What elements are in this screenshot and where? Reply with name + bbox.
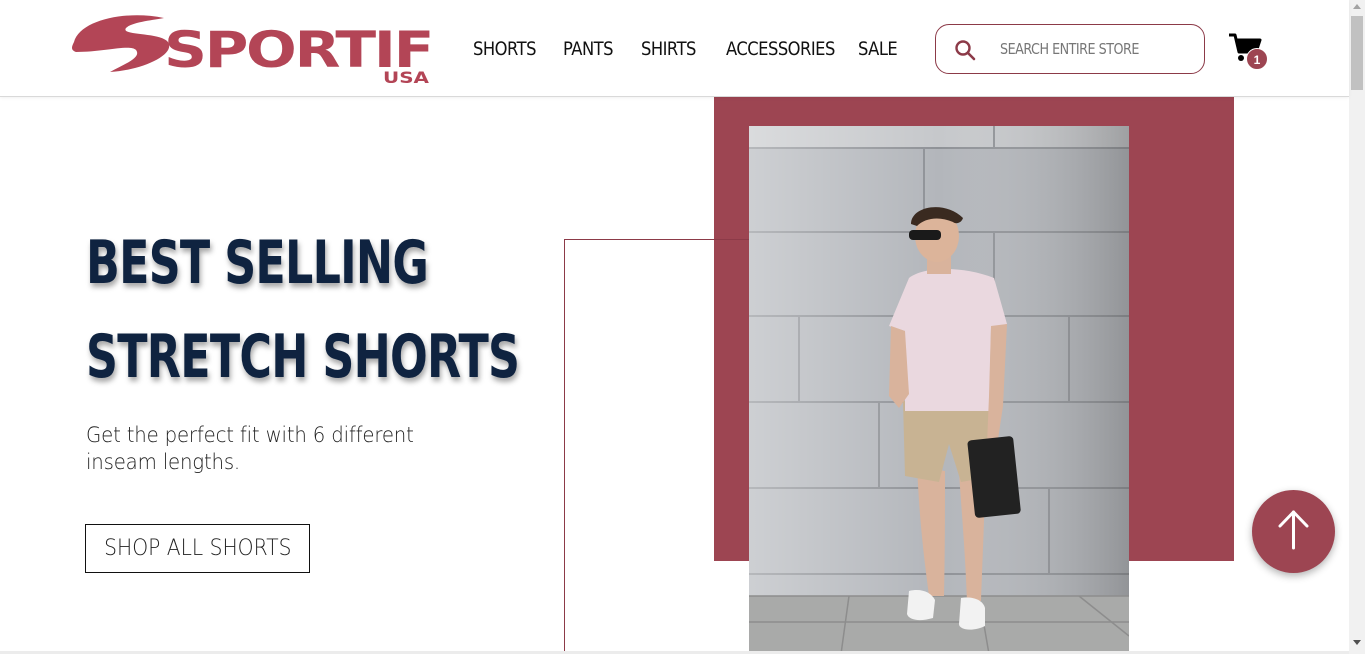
cart-button[interactable]: 1 — [1228, 32, 1270, 72]
search-input[interactable] — [1000, 35, 1162, 63]
sportif-logo: SPORTIF USA — [72, 15, 434, 86]
nav-item-accessories[interactable]: ACCESSORIES — [726, 38, 835, 60]
search-box — [935, 24, 1205, 74]
arrow-up-icon — [1278, 510, 1309, 550]
shop-all-shorts-label: SHOP ALL SHORTS — [103, 536, 292, 561]
nav-item-shirts[interactable]: SHIRTS — [641, 38, 696, 60]
hero-title: BEST SELLING STRETCH SHORTS — [86, 216, 520, 404]
shop-all-shorts-button[interactable]: SHOP ALL SHORTS — [85, 524, 310, 573]
scroll-up-arrow-icon[interactable] — [1353, 4, 1361, 9]
scrollbar-thumb[interactable] — [1351, 16, 1363, 90]
svg-text:USA: USA — [383, 68, 430, 86]
cart-count-badge: 1 — [1246, 48, 1268, 70]
search-icon[interactable] — [954, 39, 976, 61]
hero-subtitle: Get the perfect fit with 6 different ins… — [86, 423, 414, 474]
scroll-down-arrow-icon[interactable] — [1353, 640, 1361, 645]
hero-title-line-1: BEST SELLING — [86, 228, 429, 298]
hero-model-photo — [749, 126, 1129, 654]
vertical-scrollbar[interactable] — [1349, 0, 1365, 654]
hero-title-line-2: STRETCH SHORTS — [86, 322, 520, 392]
site-header: SPORTIF USA SHORTS PANTS SHIRTS ACCESSOR… — [0, 0, 1349, 97]
scroll-to-top-button[interactable] — [1252, 490, 1335, 573]
nav-item-sale[interactable]: SALE — [858, 38, 898, 60]
nav-item-shorts[interactable]: SHORTS — [473, 38, 536, 60]
nav-item-pants[interactable]: PANTS — [563, 38, 614, 60]
